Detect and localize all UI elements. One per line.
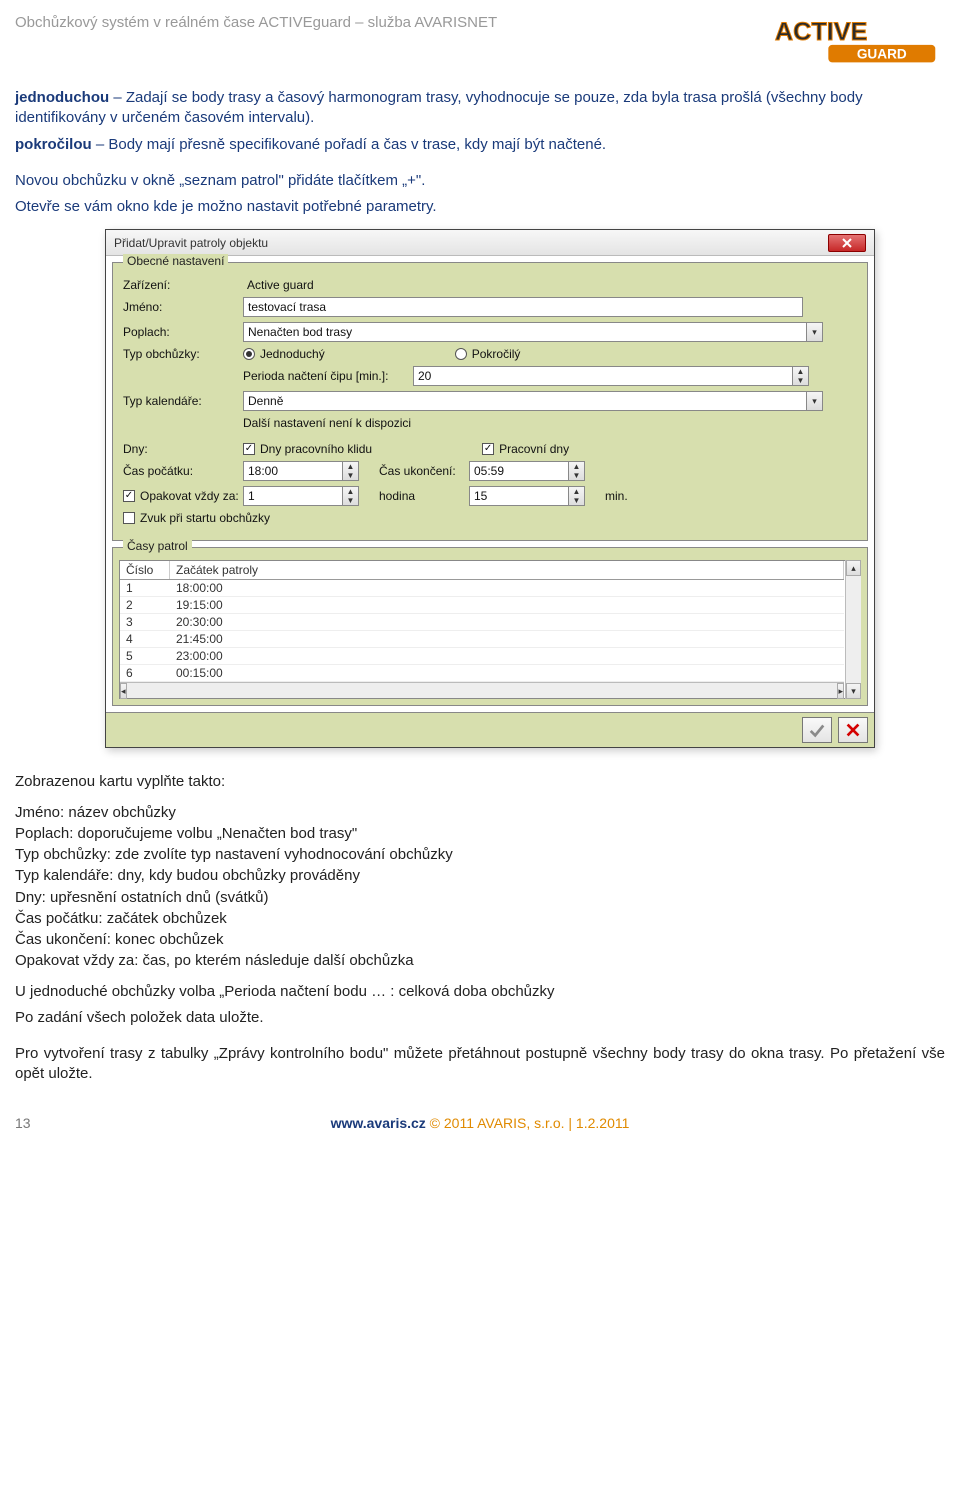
table-row[interactable]: 523:00:00	[120, 648, 844, 665]
list-item: Čas ukončení: konec obchůzek	[15, 930, 945, 950]
cancel-button[interactable]	[838, 717, 868, 743]
doc-header: Obchůzkový systém v reálném čase ACTIVEg…	[15, 10, 497, 31]
col-number[interactable]: Číslo	[120, 561, 170, 579]
check-opak[interactable]	[123, 490, 135, 502]
list-item: Opakovat vždy za: čas, po kterém následu…	[15, 951, 945, 971]
label-zvuk: Zvuk při startu obchůzky	[140, 511, 270, 525]
scroll-up-icon: ▴	[846, 560, 861, 576]
bold-pokrocilou: pokročilou	[15, 136, 92, 153]
scroll-right-icon: ▸	[837, 683, 844, 699]
list-item: Typ obchůzky: zde zvolíte typ nastavení …	[15, 845, 945, 865]
label-dalsi: Další nastavení není k dispozici	[243, 416, 411, 430]
table-row[interactable]: 219:15:00	[120, 597, 844, 614]
legend-times: Časy patrol	[123, 539, 192, 553]
spinner-opak-h[interactable]: 1 ▲▼	[243, 486, 359, 506]
dialog-titlebar[interactable]: Přidat/Upravit patroly objektu	[106, 230, 874, 256]
radio-jednoduchy[interactable]	[243, 348, 255, 360]
label-caspoc: Čas počátku:	[123, 464, 243, 478]
para-3: Novou obchůzku v okně „seznam patrol" př…	[15, 171, 945, 191]
fieldset-general: Obecné nastavení Zařízení: Active guard …	[112, 262, 868, 541]
combo-poplach[interactable]: Nenačten bod trasy ▾	[243, 322, 823, 342]
list-item: Poplach: doporučujeme volbu „Nenačten bo…	[15, 824, 945, 844]
combo-typkal[interactable]: Denně ▾	[243, 391, 823, 411]
col-start[interactable]: Začátek patroly	[170, 561, 844, 579]
dialog-bottom-bar	[106, 712, 874, 747]
times-table[interactable]: Číslo Začátek patroly 118:00:00219:15:00…	[119, 560, 861, 699]
label-zarizeni: Zařízení:	[123, 278, 243, 292]
dialog-patrol: Přidat/Upravit patroly objektu Obecné na…	[105, 229, 875, 748]
spinner-arrows-icon: ▲▼	[569, 461, 585, 481]
label-typkal: Typ kalendáře:	[123, 394, 243, 408]
spinner-opak-m[interactable]: 15 ▲▼	[469, 486, 585, 506]
checkmark-icon	[808, 721, 826, 739]
para-4: Otevře se vám okno kde je možno nastavit…	[15, 197, 945, 217]
label-typob: Typ obchůzky:	[123, 347, 243, 361]
input-jmeno[interactable]: testovací trasa	[243, 297, 803, 317]
table-row[interactable]: 600:15:00	[120, 665, 844, 682]
para-jednoduchou: jednoduchou – Zadají se body trasy a čas…	[15, 88, 945, 129]
check-klid[interactable]	[243, 443, 255, 455]
legend-general: Obecné nastavení	[123, 254, 228, 268]
h-scrollbar[interactable]: ◂ ▸	[120, 682, 844, 698]
after-1: Zobrazenou kartu vyplňte takto:	[15, 772, 945, 792]
svg-text:ACTIVE: ACTIVE	[775, 18, 868, 46]
radio-pokrocily-label: Pokročilý	[472, 347, 521, 361]
label-min: min.	[605, 489, 628, 503]
label-poplach: Poplach:	[123, 325, 243, 339]
after-3: Po zadání všech položek data uložte.	[15, 1008, 945, 1028]
fieldset-times: Časy patrol Číslo Začátek patroly 118:00…	[112, 547, 868, 706]
table-row[interactable]: 118:00:00	[120, 580, 844, 597]
after-2: U jednoduché obchůzky volba „Perioda nač…	[15, 982, 945, 1002]
label-dny: Dny:	[123, 442, 243, 456]
chevron-down-icon: ▾	[807, 322, 823, 342]
table-row[interactable]: 421:45:00	[120, 631, 844, 648]
bold-jednoduchou: jednoduchou	[15, 89, 109, 106]
label-jmeno: Jméno:	[123, 300, 243, 314]
footer-url[interactable]: www.avaris.cz	[331, 1115, 426, 1131]
activeguard-logo: ACTIVE GUARD	[770, 10, 945, 70]
list-item: Čas počátku: začátek obchůzek	[15, 909, 945, 929]
footer-copy: © 2011 AVARIS, s.r.o. | 1.2.2011	[426, 1115, 630, 1131]
spinner-perioda[interactable]: 20 ▲▼	[413, 366, 809, 386]
radio-jednoduchy-label: Jednoduchý	[260, 347, 325, 361]
label-opak: Opakovat vždy za:	[140, 489, 243, 503]
check-zvuk[interactable]	[123, 512, 135, 524]
radio-pokrocily[interactable]	[455, 348, 467, 360]
spinner-arrows-icon: ▲▼	[343, 486, 359, 506]
page-footer: 13 www.avaris.cz © 2011 AVARIS, s.r.o. |…	[15, 1115, 945, 1131]
page-number: 13	[15, 1115, 55, 1131]
dialog-title: Přidat/Upravit patroly objektu	[114, 236, 268, 250]
spinner-caspoc[interactable]: 18:00 ▲▼	[243, 461, 359, 481]
label-casuk: Čas ukončení:	[379, 464, 469, 478]
cross-icon	[844, 721, 862, 739]
check-prac[interactable]	[482, 443, 494, 455]
table-row[interactable]: 320:30:00	[120, 614, 844, 631]
close-button[interactable]	[828, 234, 866, 252]
para-pokrocilou: pokročilou – Body mají přesně specifikov…	[15, 135, 945, 155]
list-item: Typ kalendáře: dny, kdy budou obchůzky p…	[15, 866, 945, 886]
label-hodina: hodina	[379, 489, 469, 503]
check-klid-label: Dny pracovního klidu	[260, 442, 372, 456]
spinner-arrows-icon: ▲▼	[343, 461, 359, 481]
v-scrollbar[interactable]: ▴ ▾	[845, 560, 861, 699]
spinner-arrows-icon: ▲▼	[569, 486, 585, 506]
ok-button[interactable]	[802, 717, 832, 743]
list-item: Dny: upřesnění ostatních dnů (svátků)	[15, 888, 945, 908]
after-4: Pro vytvoření trasy z tabulky „Zprávy ko…	[15, 1044, 945, 1085]
svg-text:GUARD: GUARD	[857, 46, 907, 61]
close-icon	[842, 238, 852, 248]
check-prac-label: Pracovní dny	[499, 442, 569, 456]
list-item: Jméno: název obchůzky	[15, 803, 945, 823]
label-perioda: Perioda načtení čipu [min.]:	[243, 369, 413, 383]
scroll-down-icon: ▾	[846, 683, 861, 699]
chevron-down-icon: ▾	[807, 391, 823, 411]
value-zarizeni: Active guard	[243, 278, 314, 292]
spinner-arrows-icon: ▲▼	[793, 366, 809, 386]
spinner-casuk[interactable]: 05:59 ▲▼	[469, 461, 585, 481]
